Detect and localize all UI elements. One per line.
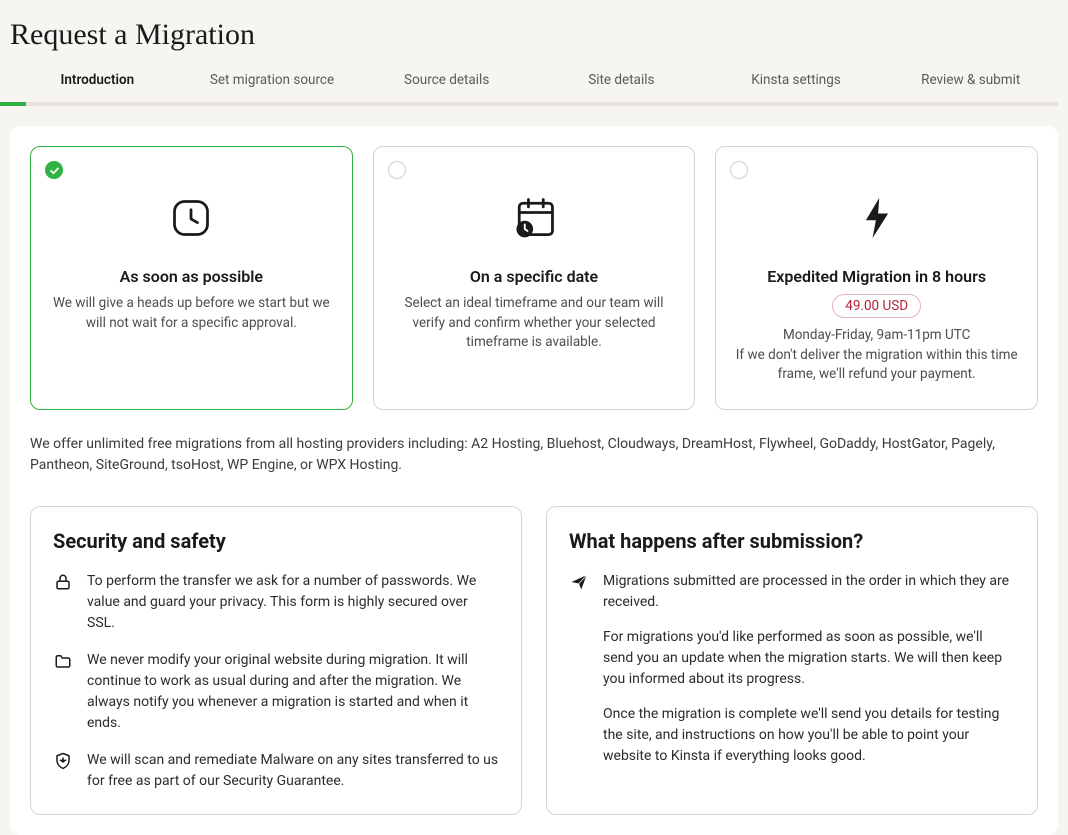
tab-kinsta-settings[interactable]: Kinsta settings bbox=[709, 72, 884, 102]
after-p2: For migrations you'd like performed as s… bbox=[603, 627, 1015, 690]
page-title: Request a Migration bbox=[0, 0, 1068, 62]
security-text-1: To perform the transfer we ask for a num… bbox=[87, 571, 499, 634]
calendar-clock-icon bbox=[510, 193, 558, 243]
tab-set-migration-source[interactable]: Set migration source bbox=[185, 72, 360, 102]
option-expedited-title: Expedited Migration in 8 hours bbox=[767, 267, 986, 286]
option-expedited[interactable]: Expedited Migration in 8 hours 49.00 USD… bbox=[715, 146, 1038, 410]
lock-icon bbox=[53, 571, 73, 634]
timing-options: As soon as possible We will give a heads… bbox=[30, 146, 1038, 410]
after-p3: Once the migration is complete we'll sen… bbox=[603, 704, 1015, 767]
providers-note: We offer unlimited free migrations from … bbox=[30, 434, 1038, 476]
info-row: Security and safety To perform the trans… bbox=[30, 506, 1038, 815]
option-specific-title: On a specific date bbox=[470, 267, 598, 286]
lightning-icon bbox=[863, 193, 891, 243]
step-tabs: Introduction Set migration source Source… bbox=[10, 62, 1058, 106]
option-asap[interactable]: As soon as possible We will give a heads… bbox=[30, 146, 353, 410]
security-item-1: To perform the transfer we ask for a num… bbox=[53, 571, 499, 634]
security-item-2: We never modify your original website du… bbox=[53, 650, 499, 734]
content-card: As soon as possible We will give a heads… bbox=[10, 126, 1058, 835]
shield-bug-icon bbox=[53, 750, 73, 792]
clock-icon bbox=[169, 193, 213, 243]
tab-review-submit[interactable]: Review & submit bbox=[883, 72, 1058, 102]
option-specific-desc: Select an ideal timeframe and our team w… bbox=[390, 294, 679, 353]
option-asap-title: As soon as possible bbox=[120, 267, 263, 286]
folder-icon bbox=[53, 650, 73, 734]
security-text-2: We never modify your original website du… bbox=[87, 650, 499, 734]
security-card: Security and safety To perform the trans… bbox=[30, 506, 522, 815]
progress-indicator bbox=[0, 102, 26, 106]
tab-introduction[interactable]: Introduction bbox=[10, 72, 185, 102]
option-specific-date[interactable]: On a specific date Select an ideal timef… bbox=[373, 146, 696, 410]
expedited-refund: If we don't deliver the migration within… bbox=[732, 346, 1021, 385]
expedited-price: 49.00 USD bbox=[832, 294, 921, 318]
option-asap-desc: We will give a heads up before we start … bbox=[47, 294, 336, 333]
security-text-3: We will scan and remediate Malware on an… bbox=[87, 750, 499, 792]
radio-specific[interactable] bbox=[388, 161, 406, 179]
radio-expedited[interactable] bbox=[730, 161, 748, 179]
after-submission-card: What happens after submission? Migration… bbox=[546, 506, 1038, 815]
after-title: What happens after submission? bbox=[569, 529, 1015, 553]
radio-asap[interactable] bbox=[45, 161, 63, 179]
tab-source-details[interactable]: Source details bbox=[359, 72, 534, 102]
after-p1: Migrations submitted are processed in th… bbox=[603, 571, 1015, 613]
security-title: Security and safety bbox=[53, 529, 499, 553]
tab-site-details[interactable]: Site details bbox=[534, 72, 709, 102]
security-item-3: We will scan and remediate Malware on an… bbox=[53, 750, 499, 792]
paper-plane-icon bbox=[569, 571, 589, 767]
expedited-hours: Monday-Friday, 9am-11pm UTC bbox=[783, 326, 970, 346]
